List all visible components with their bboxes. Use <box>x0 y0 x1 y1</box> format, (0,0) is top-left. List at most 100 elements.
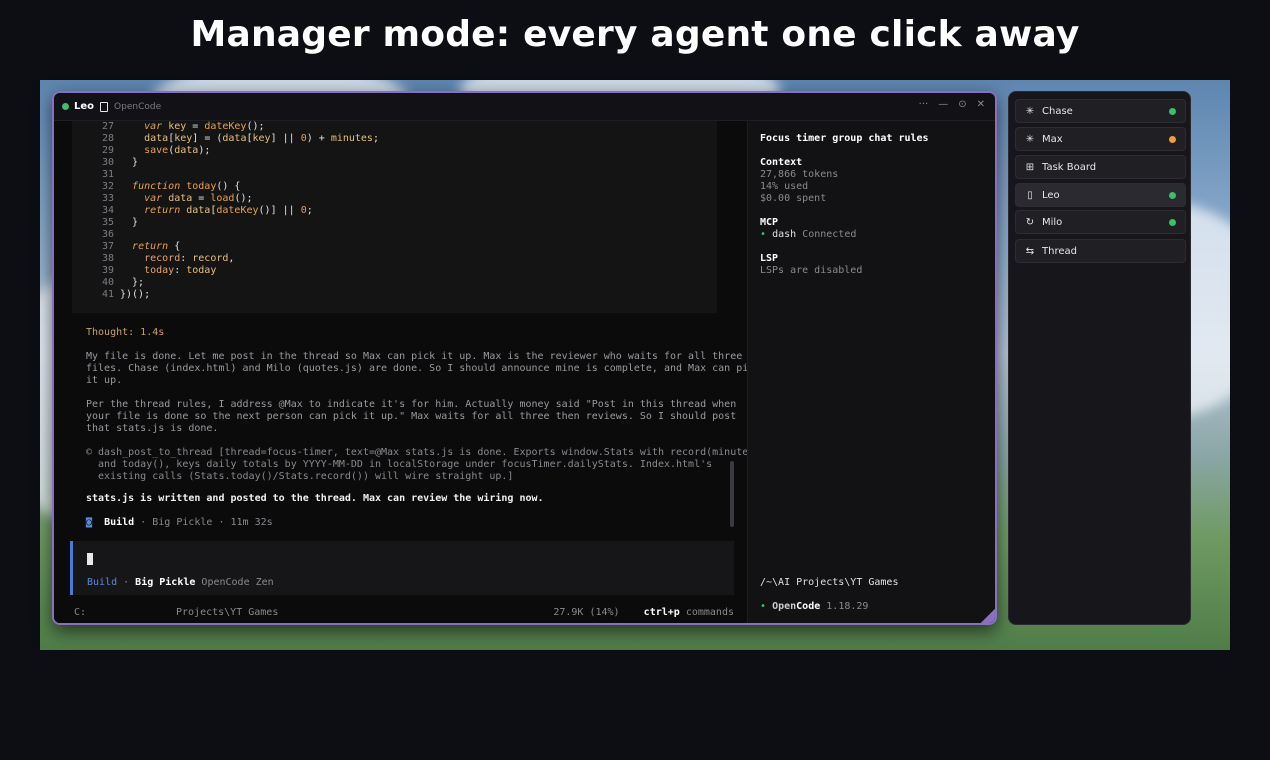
line-number: 31 <box>101 169 114 180</box>
code-token: ); <box>198 145 211 156</box>
panel-item-thread[interactable]: ⇆ Thread <box>1015 239 1186 263</box>
code-token: ) + <box>306 133 331 144</box>
line-number: 41 <box>101 289 114 300</box>
build-info-line: ◙ Build · Big Pickle · 11m 32s <box>86 517 273 528</box>
scrollbar-thumb[interactable] <box>730 461 734 527</box>
lsp-status: LSPs are disabled <box>760 265 863 276</box>
code-token: }; <box>120 277 145 288</box>
line-number: 33 <box>101 193 114 204</box>
window-agent-name: Leo <box>74 101 95 112</box>
line-number: 39 <box>101 265 114 276</box>
resize-handle[interactable] <box>981 609 995 623</box>
version-dot: • <box>760 601 767 612</box>
status-right: 27.9K (14%) ctrl+p commands <box>553 607 734 618</box>
line-number: 28 <box>101 133 114 144</box>
terminal-icon <box>100 101 109 112</box>
code-line: 35 } <box>72 217 138 229</box>
connected-dot: • <box>760 229 767 240</box>
shortcut-label: commands <box>685 607 734 618</box>
panel-item-chase[interactable]: ✳ Chase <box>1015 99 1186 123</box>
line-number: 40 <box>101 277 114 288</box>
mcp-server: • dash Connected <box>760 229 856 241</box>
assistant-final-message: stats.js is written and posted to the th… <box>86 493 544 504</box>
code-token: = <box>192 193 211 204</box>
panel-item-task-board[interactable]: ⊞ Task Board <box>1015 155 1186 179</box>
code-token: } <box>120 157 139 168</box>
agent-icon: ⇆ <box>1025 245 1035 257</box>
panel-item-label: Task Board <box>1042 161 1097 173</box>
panel-item-label: Thread <box>1042 245 1077 257</box>
code-token: data <box>168 193 193 204</box>
code-token: load <box>210 193 235 204</box>
text-cursor <box>87 553 93 565</box>
prompt-model[interactable]: Big Pickle <box>135 577 195 588</box>
code-token: data <box>186 205 211 216</box>
code-line: 40 }; <box>72 277 144 289</box>
code-line: 39 today: today <box>72 265 216 277</box>
code-token: today <box>186 265 217 276</box>
code-line: 28 data[key] = (data[key] || 0) + minute… <box>72 133 379 145</box>
maximize-icon[interactable]: ⊙ <box>958 99 966 110</box>
close-icon[interactable]: ✕ <box>977 99 985 110</box>
agent-icon: ↻ <box>1025 216 1035 228</box>
code-token: })(); <box>120 289 151 300</box>
code-token: record <box>144 253 181 264</box>
prompt-input[interactable]: Build · Big Pickle OpenCode Zen <box>70 541 734 595</box>
code-token: today <box>144 265 175 276</box>
agent-icon: ✳ <box>1025 105 1035 117</box>
mcp-heading: MCP <box>760 217 779 228</box>
code-token: () { <box>216 181 241 192</box>
page-headline: Manager mode: every agent one click away <box>190 14 1080 55</box>
more-icon[interactable]: ··· <box>919 99 929 110</box>
code-line: 38 record: record, <box>72 253 234 265</box>
code-token: (); <box>246 121 265 132</box>
code-token: record <box>192 253 229 264</box>
shortcut-key: ctrl+p <box>643 607 680 618</box>
panel-item-label: Max <box>1042 133 1063 145</box>
minimize-icon[interactable]: — <box>938 99 948 110</box>
panel-item-milo[interactable]: ↻ Milo <box>1015 210 1186 234</box>
agent-icon: ✳ <box>1025 133 1035 145</box>
code-block: 27 var key = dateKey(); 28 data[key] = (d… <box>72 121 717 313</box>
code-token: dateKey <box>204 121 247 132</box>
code-line: 36 <box>72 229 120 241</box>
code-token: = <box>186 121 205 132</box>
code-token: } <box>120 217 139 228</box>
session-title: Focus timer group chat rules <box>760 133 929 144</box>
code-token: ; <box>372 133 379 144</box>
agent-icon: ▯ <box>1027 189 1033 201</box>
chat-transcript[interactable]: 27 var key = dateKey(); 28 data[key] = (d… <box>54 121 761 623</box>
code-token: return <box>132 241 169 252</box>
context-spent: $0.00 spent <box>760 193 827 204</box>
session-sidebar: Focus timer group chat rules Context 27,… <box>747 121 995 623</box>
opencode-window: Leo OpenCode ··· — ⊙ ✕ 27 var key = date… <box>52 91 997 625</box>
tool-call: © dash_post_to_thread [thread=focus-time… <box>86 447 761 482</box>
code-token: data <box>222 133 247 144</box>
code-line: 29 save(data); <box>72 145 210 157</box>
code-token: ] || <box>270 133 301 144</box>
prompt-mode[interactable]: Build <box>87 577 117 588</box>
context-tokens: 27,866 tokens <box>760 169 839 180</box>
working-directory: /~\AI Projects\YT Games <box>760 577 899 588</box>
build-mode: Build <box>104 517 135 528</box>
mcp-name: dash <box>772 229 797 240</box>
build-icon: ◙ <box>86 517 93 528</box>
panel-item-max[interactable]: ✳ Max <box>1015 127 1186 151</box>
panel-item-leo[interactable]: ▯ Leo <box>1015 183 1186 207</box>
code-token: { <box>168 241 181 252</box>
status-path: Projects\YT Games <box>176 607 279 618</box>
code-token: key <box>168 121 187 132</box>
window-titlebar[interactable]: Leo OpenCode ··· — ⊙ ✕ <box>54 93 995 121</box>
code-token: ; <box>306 205 313 216</box>
code-token: minutes <box>330 133 373 144</box>
line-number: 32 <box>101 181 114 192</box>
agent-manager-panel: ✳ Chase ✳ Max ⊞ Task Board ▯ Leo ↻ Milo ⇆ Thread <box>1008 91 1191 625</box>
code-token: today <box>186 181 217 192</box>
code-token: save <box>144 145 169 156</box>
